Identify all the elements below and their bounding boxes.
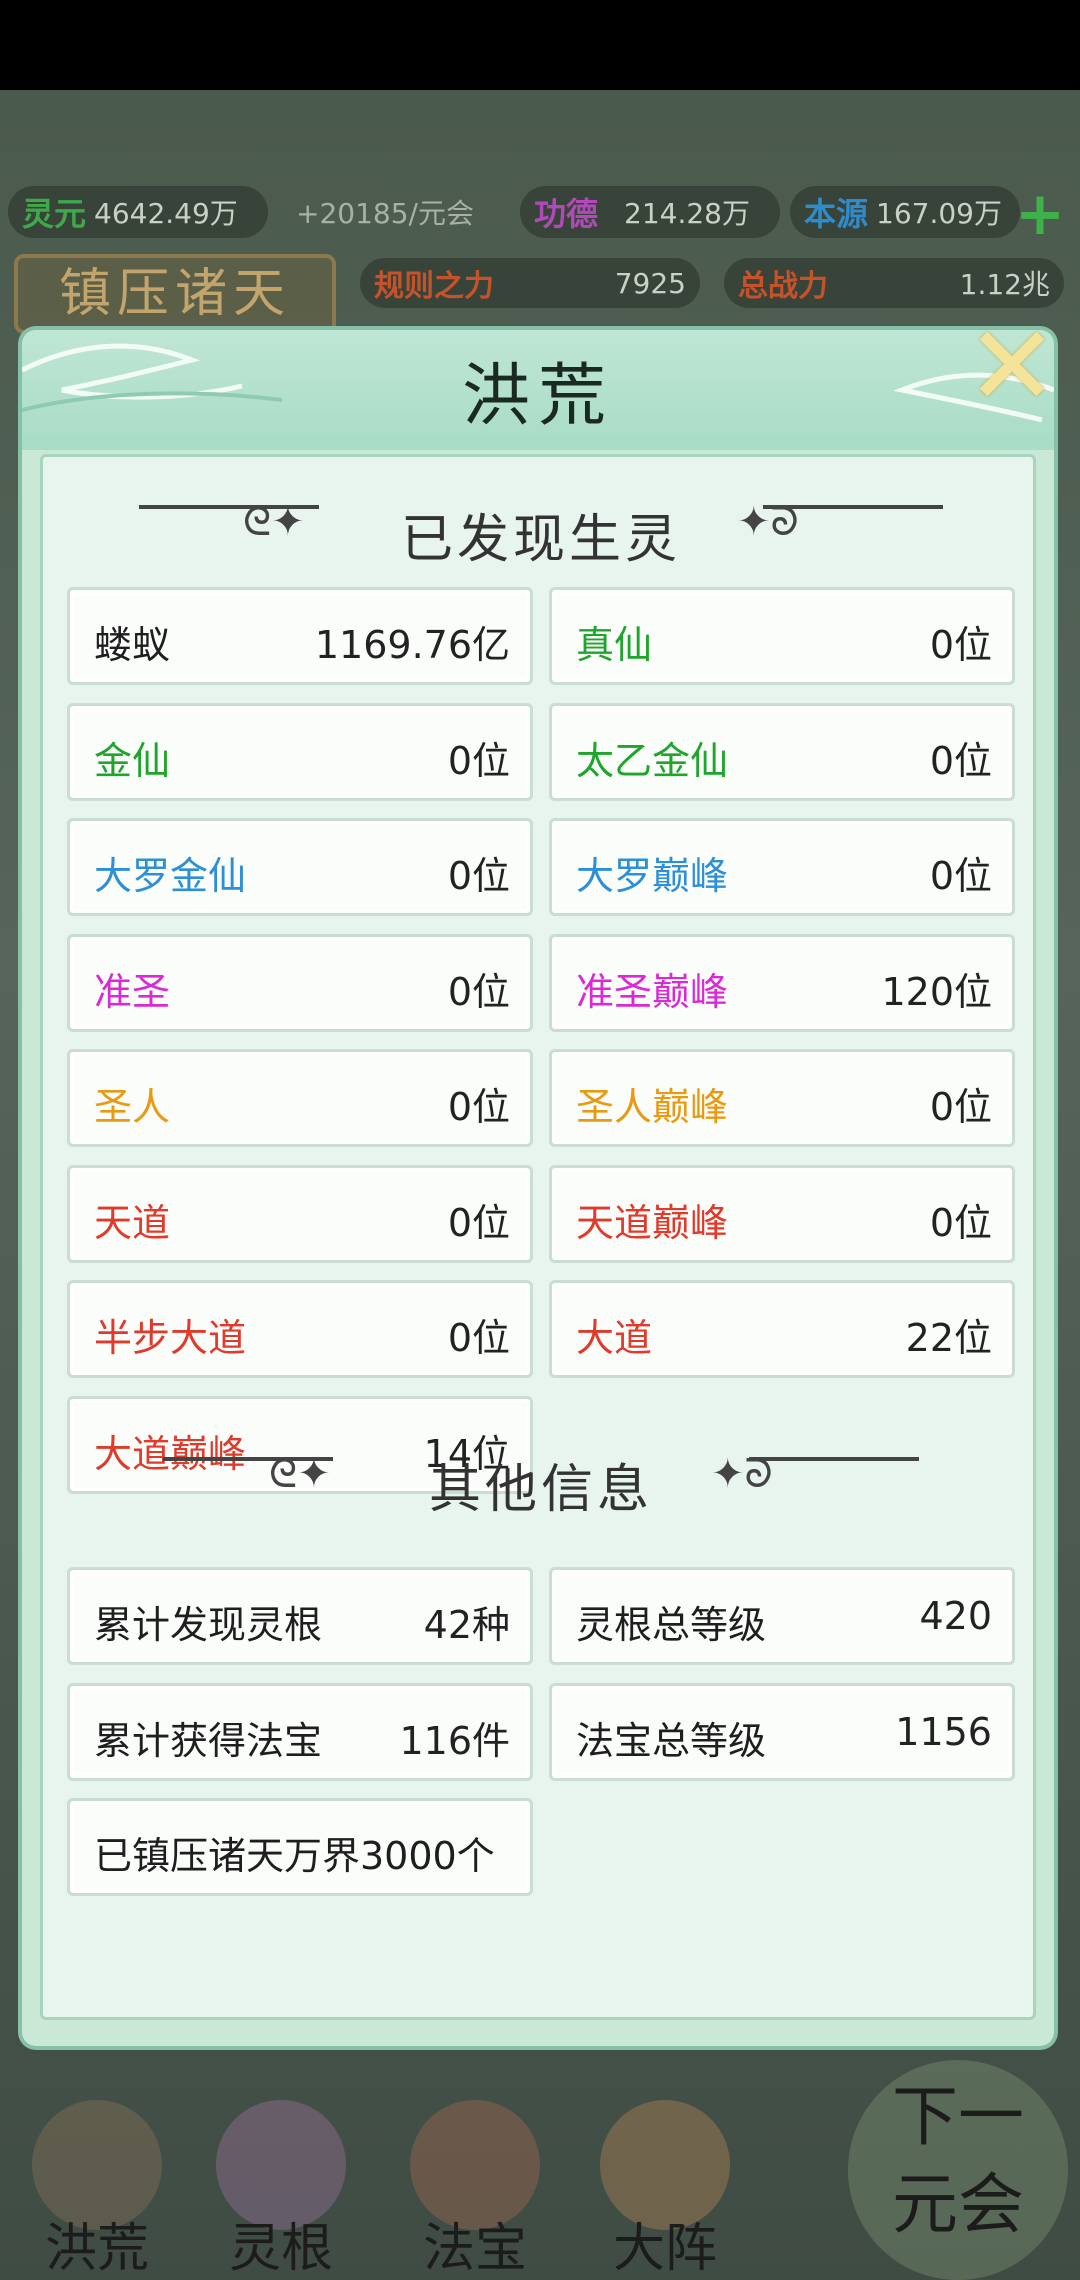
creature-count: 0位 bbox=[929, 1200, 992, 1245]
creature-count: 1169.76亿 bbox=[314, 623, 510, 667]
origin-label: 本源 bbox=[804, 195, 869, 233]
nav-treasure[interactable]: 法宝 bbox=[390, 2080, 560, 2280]
creature-count: 0位 bbox=[929, 854, 992, 898]
creature-count: 0位 bbox=[447, 738, 510, 783]
creature-label: 大罗金仙 bbox=[94, 854, 247, 898]
info-cell: 已镇压诸天万界3000个 bbox=[67, 1798, 533, 1896]
creature-label: 半步大道 bbox=[94, 1316, 247, 1360]
creature-count: 0位 bbox=[929, 738, 992, 783]
origin-resource: 本源 167.09万 bbox=[790, 186, 1020, 238]
creature-cell: 大罗巅峰 0位 bbox=[549, 818, 1015, 916]
creature-count: 0位 bbox=[447, 1316, 510, 1360]
creature-label: 天道巅峰 bbox=[576, 1200, 729, 1245]
spirit-rate: +20185/元会 bbox=[282, 186, 502, 238]
total-power: 总战力 1.12兆 bbox=[724, 258, 1064, 308]
creature-label: 准圣 bbox=[94, 969, 171, 1014]
creature-count: 0位 bbox=[929, 1085, 992, 1129]
creature-cell: 大罗金仙 0位 bbox=[67, 818, 533, 916]
panel-content: ᘓ✦ ✦ᘐ 已发现生灵 蝼蚁 1169.76亿 真仙 0位 金仙 0位 太乙金仙 0位 大罗金仙… bbox=[40, 454, 1036, 2020]
creature-cell: 大道 22位 bbox=[549, 1280, 1015, 1378]
nav-label: 灵根 bbox=[228, 2219, 333, 2279]
power-value: 1.12兆 bbox=[959, 268, 1050, 301]
merit-resource: 功德 214.28万 bbox=[520, 186, 780, 238]
creature-cell: 半步大道 0位 bbox=[67, 1280, 533, 1378]
creature-cell: 圣人 0位 bbox=[67, 1049, 533, 1147]
creature-cell: 准圣巅峰 120位 bbox=[549, 933, 1015, 1032]
rule-label: 规则之力 bbox=[374, 269, 494, 304]
section-title-info: 其他信息 bbox=[428, 1460, 653, 1520]
creature-count: 0位 bbox=[447, 1085, 510, 1129]
origin-value: 167.09万 bbox=[876, 197, 1002, 230]
creature-count: 22位 bbox=[905, 1316, 992, 1360]
creature-label: 真仙 bbox=[576, 623, 653, 667]
creature-cell: 天道 0位 bbox=[67, 1164, 533, 1263]
nav-label: 法宝 bbox=[422, 2219, 527, 2279]
creature-count: 0位 bbox=[447, 854, 510, 898]
nav-spirit-root[interactable]: 灵根 bbox=[196, 2080, 366, 2280]
info-value: 116件 bbox=[399, 1718, 510, 1763]
creature-label: 太乙金仙 bbox=[576, 738, 729, 783]
close-icon[interactable]: ✕ bbox=[962, 311, 1062, 421]
suppress-heavens-button[interactable]: 镇压诸天 bbox=[14, 254, 336, 334]
nav-label: 洪荒 bbox=[44, 2219, 149, 2279]
info-value: 1156 bbox=[895, 1709, 992, 1754]
creature-count: 0位 bbox=[447, 969, 510, 1014]
creature-label: 大罗巅峰 bbox=[576, 854, 729, 898]
add-resource-button[interactable]: + bbox=[1012, 184, 1068, 244]
merit-label: 功德 bbox=[534, 195, 599, 233]
creature-cell: 蝼蚁 1169.76亿 bbox=[67, 587, 533, 685]
power-label: 总战力 bbox=[738, 269, 828, 304]
creature-cell: 天道巅峰 0位 bbox=[549, 1164, 1015, 1263]
info-label: 累计发现灵根 bbox=[94, 1603, 323, 1647]
spirit-label: 灵元 bbox=[22, 195, 87, 233]
creature-count: 0位 bbox=[929, 623, 992, 667]
nav-formation[interactable]: 大阵 bbox=[580, 2080, 750, 2280]
creature-cell: 准圣 0位 bbox=[67, 933, 533, 1032]
rule-value: 7925 bbox=[614, 266, 686, 300]
creature-label: 准圣巅峰 bbox=[576, 969, 729, 1014]
panel-header: 洪荒 bbox=[22, 330, 1054, 450]
info-cell: 累计发现灵根 42种 bbox=[67, 1567, 533, 1665]
honghuang-panel: 洪荒 ✕ ᘓ✦ ✦ᘐ 已发现生灵 蝼蚁 1169.76亿 真仙 0位 金仙 0位 太乙金仙 0… bbox=[22, 311, 1058, 2046]
next-era-label-1: 下一 bbox=[892, 2078, 1024, 2155]
creature-label: 大道 bbox=[576, 1316, 653, 1360]
creature-label: 金仙 bbox=[94, 738, 171, 783]
creature-label: 天道 bbox=[94, 1200, 171, 1245]
spirit-rate-value: +20185/元会 bbox=[296, 197, 474, 230]
creature-cell: 真仙 0位 bbox=[549, 587, 1015, 685]
info-label: 法宝总等级 bbox=[576, 1718, 767, 1763]
nav-honghuang[interactable]: 洪荒 bbox=[12, 2080, 182, 2280]
info-cell: 灵根总等级 420 bbox=[549, 1567, 1015, 1665]
nav-label: 大阵 bbox=[612, 2219, 717, 2279]
merit-value: 214.28万 bbox=[624, 197, 750, 230]
info-value: 42种 bbox=[423, 1603, 510, 1647]
info-label: 已镇压诸天万界3000个 bbox=[94, 1834, 495, 1878]
creature-cell: 金仙 0位 bbox=[67, 702, 533, 801]
info-label: 累计获得法宝 bbox=[94, 1718, 323, 1763]
next-era-label-2: 元会 bbox=[892, 2166, 1024, 2243]
next-era-button[interactable]: 下一 元会 bbox=[848, 2060, 1068, 2280]
creature-count: 0位 bbox=[447, 1200, 510, 1245]
creature-count: 120位 bbox=[881, 969, 992, 1014]
section-title-creatures: 已发现生灵 bbox=[400, 510, 681, 570]
creature-label: 圣人巅峰 bbox=[576, 1085, 729, 1129]
info-value: 420 bbox=[919, 1594, 992, 1638]
creature-cell: 太乙金仙 0位 bbox=[549, 702, 1015, 801]
creature-cell: 圣人巅峰 0位 bbox=[549, 1049, 1015, 1147]
spirit-resource: 灵元 4642.49万 bbox=[8, 186, 268, 238]
info-cell: 法宝总等级 1156 bbox=[549, 1682, 1015, 1781]
info-cell: 累计获得法宝 116件 bbox=[67, 1682, 533, 1781]
creature-label: 蝼蚁 bbox=[94, 623, 171, 667]
panel-title: 洪荒 bbox=[461, 357, 614, 436]
spirit-value: 4642.49万 bbox=[94, 197, 238, 230]
rule-power: 规则之力 7925 bbox=[360, 258, 700, 308]
info-label: 灵根总等级 bbox=[576, 1603, 767, 1647]
creature-label: 圣人 bbox=[94, 1085, 171, 1129]
status-bar bbox=[0, 0, 1080, 90]
